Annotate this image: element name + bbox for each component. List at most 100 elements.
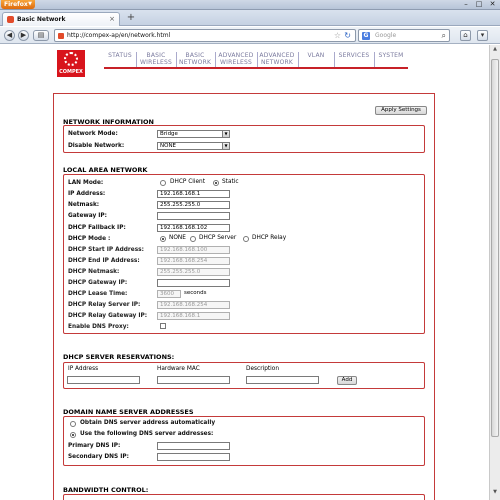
dhcp-end-ip-input[interactable]: 192.168.168.254 <box>157 257 230 265</box>
minimize-button[interactable]: – <box>460 0 472 9</box>
dhcp-mode-label: DHCP Mode : <box>68 236 111 242</box>
vertical-scrollbar[interactable]: ▲ ▼ <box>489 45 500 500</box>
dhcp-mode-server-radio[interactable] <box>190 236 196 242</box>
menu-basic-network[interactable]: BASIC NETWORK <box>179 52 211 66</box>
lan-mode-static-radio[interactable] <box>213 180 219 186</box>
dhcp-start-ip-input[interactable]: 192.168.168.100 <box>157 246 230 254</box>
browser-window: Firefox ▼ – □ ✕ Basic Network × + ◀ ▶ ▤ … <box>0 0 500 500</box>
add-reservation-button[interactable]: Add <box>337 376 357 385</box>
menu-divider <box>136 52 137 68</box>
reservation-mac-input[interactable] <box>157 376 230 384</box>
reservation-ip-column-header: IP Address <box>68 366 99 372</box>
menu-system[interactable]: SYSTEM <box>376 52 406 59</box>
back-button[interactable]: ◀ <box>4 30 15 41</box>
dhcp-lease-time-input[interactable]: 3600 <box>157 290 181 298</box>
firefox-menu-button[interactable]: Firefox ▼ <box>1 0 35 9</box>
site-identity-icon[interactable]: ▤ <box>33 30 49 41</box>
dns-auto-label: Obtain DNS server address automatically <box>80 420 216 426</box>
dhcp-end-ip-label: DHCP End IP Address: <box>68 258 140 264</box>
scrollbar-thumb[interactable] <box>491 59 499 437</box>
new-tab-button[interactable]: + <box>126 13 136 23</box>
ip-address-input[interactable]: 192.168.168.1 <box>157 190 230 198</box>
close-tab-icon[interactable]: × <box>109 15 115 23</box>
chevron-down-icon: ▼ <box>222 131 229 137</box>
dhcp-lease-time-label: DHCP Lease Time: <box>68 291 128 297</box>
firefox-menu-label: Firefox <box>4 1 28 8</box>
menu-divider <box>298 52 299 68</box>
home-icon[interactable]: ⌂ <box>460 30 471 41</box>
menu-advanced-network-line1: ADVANCED <box>259 52 295 59</box>
dhcp-mode-relay-label: DHCP Relay <box>252 235 287 241</box>
search-icon[interactable]: ⌕ <box>442 31 446 41</box>
search-bar[interactable]: G Google ⌕ <box>358 29 450 42</box>
lan-mode-dhcp-client-radio[interactable] <box>160 180 166 186</box>
maximize-button[interactable]: □ <box>473 0 485 9</box>
url-bar[interactable]: http://compex-ap/en/network.html ☆ ↻ <box>54 29 356 42</box>
netmask-input[interactable]: 255.255.255.0 <box>157 201 230 209</box>
dhcp-netmask-input[interactable]: 255.255.255.0 <box>157 268 230 276</box>
compex-logo-text: COMPEX <box>59 69 83 75</box>
dhcp-relay-server-ip-input[interactable]: 192.168.168.254 <box>157 301 230 309</box>
title-bar: Firefox ▼ – □ ✕ <box>0 0 500 10</box>
secondary-dns-label: Secondary DNS IP: <box>68 454 129 460</box>
downloads-icon[interactable]: ▾ <box>477 30 488 41</box>
gateway-ip-label: Gateway IP: <box>68 213 107 219</box>
menu-basic-wireless-line2: WIRELESS <box>139 59 172 66</box>
enable-dns-proxy-label: Enable DNS Proxy: <box>68 324 129 330</box>
chevron-down-icon: ▼ <box>222 143 229 149</box>
dhcp-mode-server-label: DHCP Server <box>199 235 237 241</box>
lan-mode-static-label: Static <box>222 179 239 185</box>
dhcp-reservations-title: DHCP SERVER RESERVATIONS: <box>63 353 175 361</box>
dhcp-gateway-ip-input[interactable] <box>157 279 230 287</box>
dns-manual-radio[interactable] <box>70 432 76 438</box>
disable-network-select[interactable]: NONE ▼ <box>157 142 230 150</box>
menu-basic-wireless[interactable]: BASIC WIRELESS <box>139 52 173 66</box>
menu-advanced-wireless-line2: WIRELESS <box>219 59 252 66</box>
site-favicon-icon <box>58 33 64 39</box>
dhcp-fallback-ip-input[interactable]: 192.168.168.102 <box>157 224 230 232</box>
dhcp-mode-none-label: NONE <box>169 235 186 241</box>
close-window-button[interactable]: ✕ <box>486 0 499 9</box>
google-search-icon: G <box>362 32 370 40</box>
menu-divider <box>374 52 375 68</box>
reservation-mac-column-header: Hardware MAC <box>157 366 200 372</box>
menu-status[interactable]: STATUS <box>108 52 132 59</box>
dhcp-relay-gateway-ip-input[interactable]: 192.168.168.1 <box>157 312 230 320</box>
menu-divider <box>215 52 216 68</box>
menu-divider <box>176 52 177 68</box>
reservation-description-input[interactable] <box>246 376 319 384</box>
forward-button[interactable]: ▶ <box>18 30 29 41</box>
netmask-label: Netmask: <box>68 202 100 208</box>
dhcp-netmask-label: DHCP Netmask: <box>68 269 120 275</box>
reload-icon[interactable]: ↻ <box>344 31 351 40</box>
primary-dns-input[interactable] <box>157 442 230 450</box>
dhcp-relay-server-ip-label: DHCP Relay Server IP: <box>68 302 141 308</box>
scroll-down-icon[interactable]: ▼ <box>491 489 499 499</box>
dhcp-mode-none-radio[interactable] <box>160 236 166 242</box>
lan-box <box>63 174 425 334</box>
menu-advanced-network[interactable]: ADVANCED NETWORK <box>259 52 295 66</box>
scroll-up-icon[interactable]: ▲ <box>491 46 499 56</box>
tab-basic-network[interactable]: Basic Network × <box>2 12 120 26</box>
menu-status-label: STATUS <box>108 52 132 59</box>
menu-basic-wireless-line1: BASIC <box>146 52 166 59</box>
disable-network-value: NONE <box>160 143 177 149</box>
bookmark-star-icon[interactable]: ☆ <box>334 31 341 40</box>
network-mode-select[interactable]: Bridge ▼ <box>157 130 230 138</box>
lan-title: LOCAL AREA NETWORK <box>63 166 148 174</box>
menu-services[interactable]: SERVICES <box>337 52 371 59</box>
reservation-ip-input[interactable] <box>67 376 140 384</box>
secondary-dns-input[interactable] <box>157 453 230 461</box>
chevron-down-icon: ▼ <box>28 1 32 7</box>
apply-settings-button[interactable]: Apply Settings <box>375 106 427 115</box>
dns-auto-radio[interactable] <box>70 421 76 427</box>
menu-divider <box>257 52 258 68</box>
dhcp-mode-relay-radio[interactable] <box>243 236 249 242</box>
dhcp-gateway-ip-label: DHCP Gateway IP: <box>68 280 128 286</box>
compex-logo: COMPEX <box>57 50 85 77</box>
menu-advanced-wireless[interactable]: ADVANCED WIRELESS <box>218 52 254 66</box>
enable-dns-proxy-checkbox[interactable] <box>160 323 166 329</box>
gateway-ip-input[interactable] <box>157 212 230 220</box>
compex-logo-mark-icon <box>64 52 78 66</box>
menu-vlan[interactable]: VLAN <box>301 52 331 59</box>
